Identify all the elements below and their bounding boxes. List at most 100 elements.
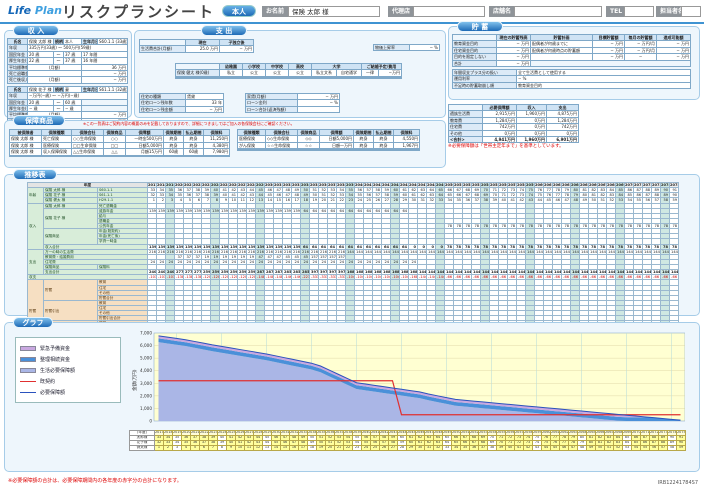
education-plan-value[interactable] (289, 77, 312, 78)
income-panel: 収 入 氏名保険 太郎 様続柄本人生年月日S60.1.1 (33歳)年収335万… (4, 30, 132, 118)
transition-cell: 397 (310, 270, 319, 275)
transition-cell: 144 (436, 270, 445, 275)
transition-cell: 216 (157, 249, 166, 254)
education-plan-value[interactable] (312, 77, 337, 78)
name-field[interactable]: 保険 太郎 様 (288, 6, 380, 17)
axis-value: 26 (380, 446, 389, 451)
education-plan-value[interactable] (266, 77, 289, 78)
products-left-label: 払込期間 (184, 130, 204, 136)
products-right-value[interactable] (374, 150, 394, 151)
transition-cell: -104 (355, 275, 364, 280)
education-plan-value[interactable] (379, 77, 402, 78)
transition-year: 2056 (499, 183, 508, 188)
transition-year: 2028 (247, 183, 256, 188)
living-cost-value[interactable]: − 万円 (220, 46, 254, 52)
axis-value: 2068 (614, 431, 623, 436)
products-right-label: 保険商品 (298, 130, 320, 136)
transition-cell: 157 (337, 254, 346, 259)
axis-value: 2052 (470, 431, 479, 436)
transition-cell: 216 (175, 249, 184, 254)
transition-cell: 139 (238, 244, 247, 249)
education-plan-value[interactable] (337, 77, 362, 78)
products-left-value[interactable] (72, 155, 104, 156)
transition-cell: 144 (508, 270, 517, 275)
products-left-value[interactable] (164, 155, 184, 156)
graph-tab: グラフ (13, 317, 53, 328)
savings-plan-value[interactable]: − 万円 (497, 60, 531, 66)
housing-loan-value[interactable] (298, 106, 340, 112)
income-person1-value[interactable]: 保険 太郎 様 (28, 39, 54, 45)
education-plan-value[interactable] (243, 77, 266, 78)
transition-cell: 139 (157, 208, 166, 213)
transition-cell: 139 (166, 244, 175, 249)
products-left-value[interactable] (104, 155, 126, 156)
coverage-summary-value: 1,960万円 (517, 136, 547, 142)
transition-cell: 144 (544, 270, 553, 275)
bottom-note: ※必要保障額の合計は、必要保障期間内の各年度の赤字分の合計になります。 (8, 478, 182, 484)
transition-cell: 139 (157, 244, 166, 249)
housing-type-value[interactable]: − 万円 (186, 106, 224, 112)
education-plan-value[interactable] (220, 77, 243, 78)
transition-year: 2054 (481, 183, 490, 188)
transition-label: 貯蓄 (44, 280, 98, 301)
products-left-value[interactable] (126, 155, 164, 156)
products-left-value[interactable] (42, 155, 72, 156)
savings-options-value[interactable]: 教育資金目的 (517, 82, 691, 88)
axis-value: 2057 (515, 431, 524, 436)
transition-cell: -144 (418, 275, 427, 280)
agency-field[interactable] (413, 6, 485, 17)
axis-value: 2034 (308, 431, 317, 436)
income-person2-value[interactable]: 保険 花子 様 (28, 86, 54, 92)
products-left-value[interactable] (184, 155, 204, 156)
transition-cell: 144 (562, 270, 571, 275)
axis-value: 57 (659, 446, 668, 451)
income-person1-value[interactable]: − 万円 (82, 77, 128, 83)
transition-cell: 139 (256, 244, 265, 249)
transition-cell: 216 (211, 249, 220, 254)
staff-field[interactable] (681, 6, 701, 17)
education-plan: 幼稚園小学校中学校高校大学ご結婚予定/費用保険 健太 様(0歳)私立公立公立公立… (175, 63, 402, 79)
inflation-rate-value[interactable]: − % (410, 45, 440, 51)
products-right-value[interactable] (354, 150, 374, 151)
legend-swatch-box (20, 346, 36, 351)
transition-year: 2036 (319, 183, 328, 188)
transition-year: 2062 (553, 183, 562, 188)
transition-cell: 397 (337, 270, 346, 275)
axis-value: 2059 (533, 431, 542, 436)
products-left-value[interactable] (204, 155, 230, 156)
tel-field[interactable] (624, 6, 654, 17)
legend-label: 既契約 (40, 378, 55, 385)
graph-legend: 緊急予備資金整理相続資金生活必要保障額既契約必要保障額 (15, 337, 121, 403)
transition-cell: 216 (301, 249, 310, 254)
transition-cell: 168 (400, 270, 409, 275)
legend-label: 生活必要保障額 (40, 367, 75, 374)
products-right-value[interactable] (238, 150, 266, 151)
transition-cell: 144 (598, 270, 607, 275)
transition-cell: 277 (175, 270, 184, 275)
products-left-value[interactable] (10, 155, 42, 156)
shop-field[interactable] (514, 6, 602, 17)
products-right-value[interactable] (320, 150, 354, 151)
axis-value: 2032 (290, 431, 299, 436)
person-type-badge[interactable]: 本人 (222, 5, 256, 17)
axis-value: 37 (479, 446, 488, 451)
transition-year: 2065 (580, 183, 589, 188)
income-person1-value[interactable]: S60.1.1 (33歳) (98, 39, 128, 45)
axis-value: 2053 (479, 431, 488, 436)
transition-cell: 397 (319, 270, 328, 275)
transition-cell: 216 (166, 249, 175, 254)
axis-value: 2044 (398, 431, 407, 436)
transition-cell: 240 (157, 270, 166, 275)
transition-cell: 144 (346, 249, 355, 254)
income-person2-value[interactable]: S61.1.1 (32歳) (98, 86, 128, 92)
products-right-value[interactable] (266, 150, 298, 151)
transition-cell: 168 (373, 270, 382, 275)
education-plan-value[interactable] (362, 77, 379, 78)
risk-plan-sheet: Life Plan リスクプランシート 本人 お名前 保険 太郎 様 代理店 店… (0, 0, 704, 490)
products-right-value[interactable] (298, 150, 320, 151)
transition-year: 2020 (175, 183, 184, 188)
transition-cell: 144 (670, 249, 679, 254)
living-cost-value[interactable]: 25.0 万円 (186, 46, 220, 52)
transition-year: 2068 (607, 183, 616, 188)
products-right-value[interactable] (394, 150, 420, 151)
